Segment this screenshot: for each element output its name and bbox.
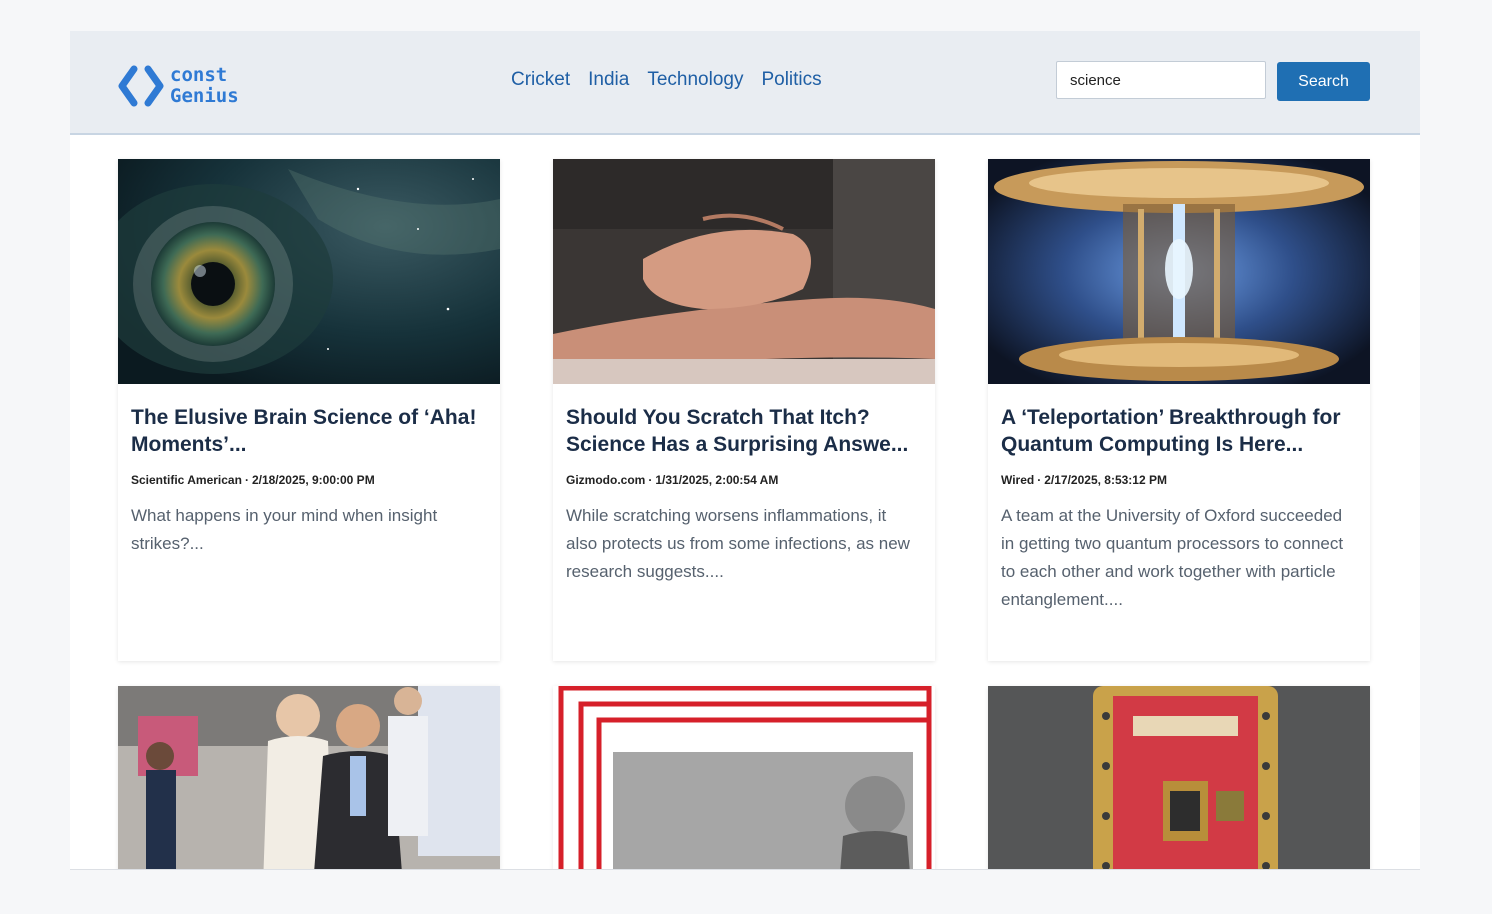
article-card[interactable] (118, 686, 500, 869)
article-date: 2/18/2025, 9:00:00 PM (251, 473, 375, 487)
red-frame-portrait-image (553, 686, 935, 869)
main-nav: Cricket India Technology Politics (511, 69, 822, 91)
brand-line-2: Genius (170, 85, 239, 107)
article-card[interactable] (553, 686, 935, 869)
article-date: 1/31/2025, 2:00:54 AM (655, 473, 779, 487)
article-source: Scientific American (131, 473, 242, 487)
site-logo[interactable]: const Genius (118, 65, 239, 107)
people-at-event-image (118, 686, 500, 869)
card-body: The Elusive Brain Science of ‘Aha! Momen… (118, 384, 500, 558)
brand-line-1: const (170, 64, 228, 86)
code-brackets-icon (118, 65, 164, 107)
article-meta: Wired · 2/17/2025, 8:53:12 PM (1001, 473, 1357, 487)
card-body: Should You Scratch That Itch? Science Ha… (553, 384, 935, 586)
arm-scratching-image (553, 159, 935, 384)
nav-link-cricket[interactable]: Cricket (511, 69, 570, 91)
article-source: Wired (1001, 473, 1035, 487)
search-button[interactable]: Search (1277, 62, 1370, 101)
quantum-computer-image (988, 159, 1370, 384)
article-description: What happens in your mind when insight s… (131, 506, 438, 553)
article-description: While scratching worsens inflammations, … (566, 506, 910, 581)
nav-link-india[interactable]: India (588, 69, 629, 91)
brand-name: const Genius (170, 65, 239, 107)
article-description: A team at the University of Oxford succe… (1001, 506, 1344, 609)
meta-separator: · (244, 473, 249, 487)
article-date: 2/17/2025, 8:53:12 PM (1044, 473, 1167, 487)
microsoft-quantum-chip-image (988, 686, 1370, 869)
article-meta: Scientific American · 2/18/2025, 9:00:00 P… (131, 473, 487, 487)
meta-separator: · (648, 473, 653, 487)
page-frame: const Genius Cricket India Technology Po… (70, 31, 1420, 870)
article-meta: Gizmodo.com · 1/31/2025, 2:00:54 AM (566, 473, 922, 487)
article-title[interactable]: Should You Scratch That Itch? Science Ha… (566, 404, 922, 458)
card-body: A ‘Teleportation’ Breakthrough for Quant… (988, 384, 1370, 614)
meta-separator: · (1037, 473, 1042, 487)
article-card[interactable]: The Elusive Brain Science of ‘Aha! Momen… (118, 159, 500, 661)
eye-galaxy-image (118, 159, 500, 384)
article-title[interactable]: The Elusive Brain Science of ‘Aha! Momen… (131, 404, 487, 458)
article-card[interactable] (988, 686, 1370, 869)
article-title[interactable]: A ‘Teleportation’ Breakthrough for Quant… (1001, 404, 1357, 458)
site-header: const Genius Cricket India Technology Po… (70, 31, 1420, 135)
article-source: Gizmodo.com (566, 473, 646, 487)
article-card[interactable]: A ‘Teleportation’ Breakthrough for Quant… (988, 159, 1370, 661)
article-card[interactable]: Should You Scratch That Itch? Science Ha… (553, 159, 935, 661)
nav-link-politics[interactable]: Politics (761, 69, 821, 91)
search-input[interactable] (1056, 61, 1266, 99)
nav-link-technology[interactable]: Technology (647, 69, 743, 91)
